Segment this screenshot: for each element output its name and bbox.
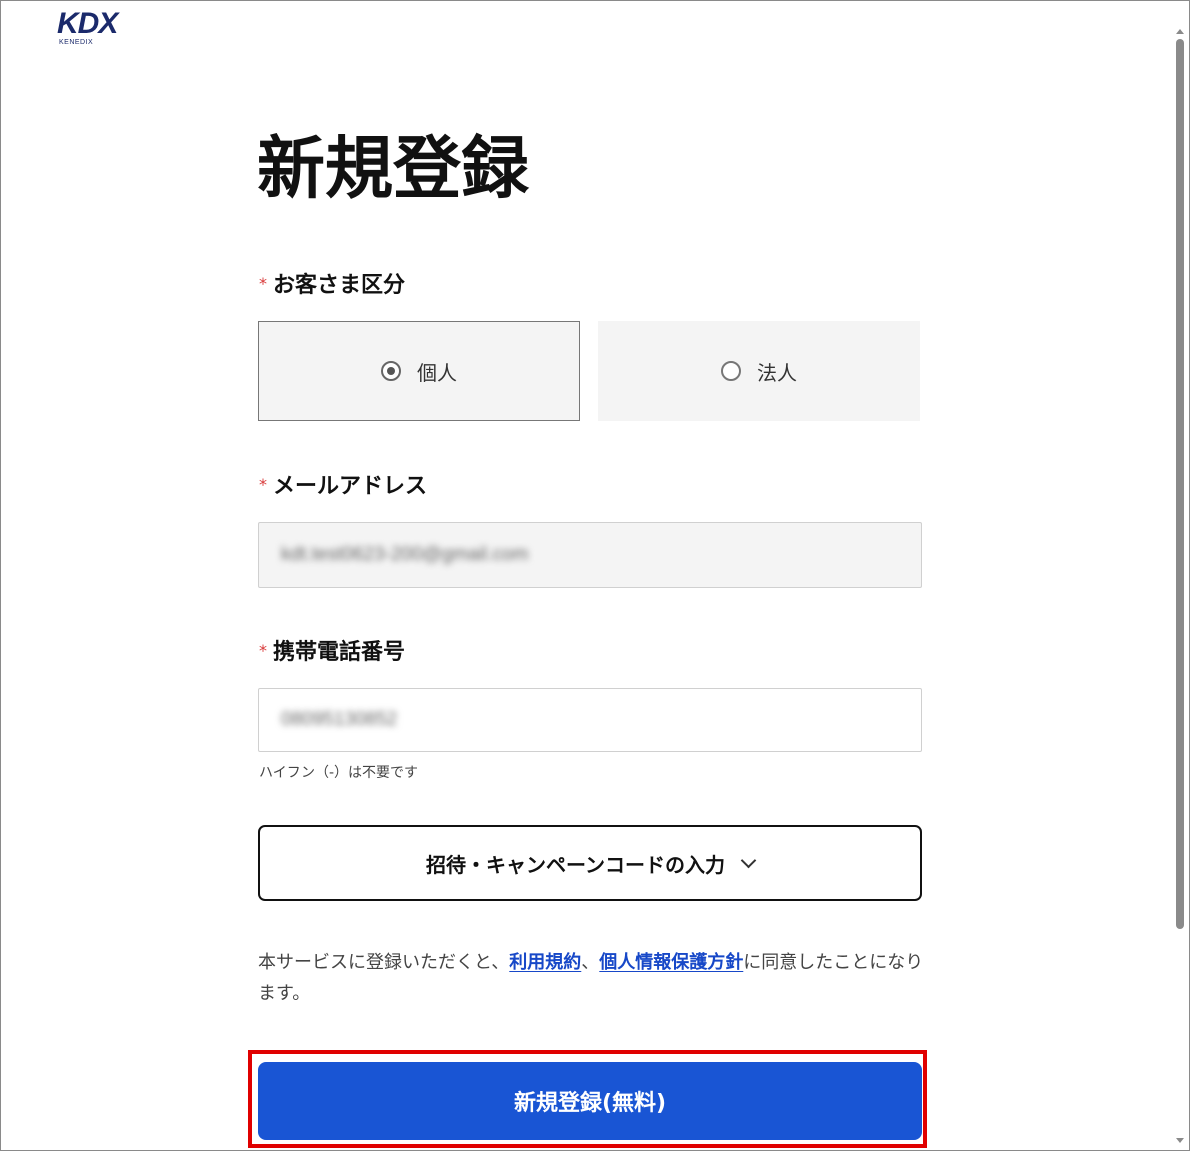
invite-code-toggle-label: 招待・キャンペーンコードの入力 (426, 852, 725, 877)
register-submit-label: 新規登録(無料) (513, 1091, 667, 1116)
phone-label: * 携帯電話番号 (259, 637, 405, 667)
customer-type-label-text: お客さま区分 (273, 273, 406, 298)
phone-hint: ハイフン（-）は不要です (259, 765, 419, 781)
customer-type-individual-option[interactable]: 個人 (258, 321, 580, 421)
phone-field-value: 08095130852 (281, 709, 398, 730)
email-field-value: kdt.test0623-200@gmail.com (281, 544, 529, 565)
required-mark: * (259, 475, 267, 494)
customer-type-corporate-option[interactable]: 法人 (598, 321, 920, 421)
invite-code-toggle-button[interactable]: 招待・キャンペーンコードの入力 (258, 825, 922, 901)
scroll-down-arrow-icon[interactable] (1176, 1138, 1184, 1143)
radio-unchecked-icon[interactable] (721, 361, 741, 381)
privacy-policy-link[interactable]: 個人情報保護方針 (599, 952, 743, 973)
email-field[interactable]: kdt.test0623-200@gmail.com (258, 522, 922, 588)
chevron-down-icon (740, 852, 757, 868)
customer-type-label: * お客さま区分 (259, 270, 405, 300)
terms-prefix: 本サービスに登録いただくと、 (258, 952, 510, 973)
page-title: 新規登録 (257, 129, 530, 209)
scroll-up-arrow-icon[interactable] (1176, 29, 1184, 34)
terms-separator: 、 (581, 952, 600, 973)
logo-subtext: KENEDIX (59, 39, 94, 46)
required-mark: * (259, 274, 267, 293)
page-frame: KDX KENEDIX 新規登録 * お客さま区分 個人 法人 * メールアドレス … (0, 0, 1190, 1151)
logo-mark: KDX (57, 7, 118, 40)
register-submit-button[interactable]: 新規登録(無料) (258, 1062, 922, 1140)
terms-of-service-link[interactable]: 利用規約 (509, 952, 581, 973)
vertical-scrollbar[interactable] (1173, 3, 1187, 1149)
email-label: * メールアドレス (259, 471, 427, 501)
scrollbar-thumb[interactable] (1176, 39, 1184, 929)
phone-field[interactable]: 08095130852 (258, 688, 922, 752)
required-mark: * (259, 641, 267, 660)
email-label-text: メールアドレス (273, 474, 428, 499)
phone-label-text: 携帯電話番号 (273, 640, 406, 665)
kdx-logo[interactable]: KDX KENEDIX (57, 9, 147, 49)
customer-type-individual-label: 個人 (417, 360, 457, 385)
terms-notice: 本サービスに登録いただくと、利用規約、個人情報保護方針に同意したことになります。 (258, 947, 930, 1009)
radio-checked-icon[interactable] (381, 361, 401, 381)
customer-type-corporate-label: 法人 (757, 360, 797, 385)
